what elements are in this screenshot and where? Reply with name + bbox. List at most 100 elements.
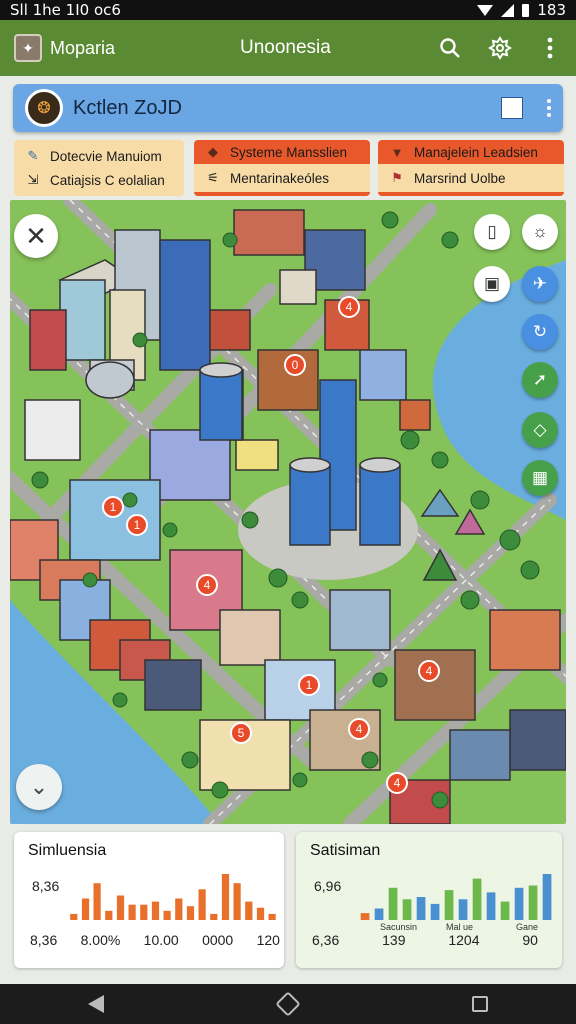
app-bar: ✦ Moparia Unoonesia bbox=[0, 20, 576, 76]
map-marker[interactable]: 1 bbox=[298, 674, 320, 696]
chart-bar bbox=[486, 892, 496, 920]
chip-group-middle: ◆ Systeme Mansslien ⚟ Mentarinakeóles bbox=[194, 140, 370, 196]
marker-label: 0 bbox=[291, 358, 299, 372]
chart-bar bbox=[116, 895, 125, 920]
chart-bar bbox=[128, 904, 136, 920]
footer-value: 8.00% bbox=[80, 932, 121, 948]
footer-value: 8,36 bbox=[30, 932, 58, 948]
app-logo-icon: ✦ bbox=[14, 34, 42, 62]
chart-bar bbox=[268, 913, 276, 920]
chip-label: Marsrind Uolbe bbox=[414, 170, 506, 186]
marker-label: 1 bbox=[133, 518, 141, 532]
chart-bar bbox=[221, 874, 230, 920]
grid-icon[interactable]: ▦ bbox=[522, 460, 558, 496]
card-title: Simluensia bbox=[28, 842, 107, 859]
arrow-icon[interactable]: ➚ bbox=[522, 362, 558, 398]
chart-bar bbox=[70, 913, 78, 920]
tablet-icon[interactable]: ▣ bbox=[474, 266, 510, 302]
marker-label: 4 bbox=[355, 722, 363, 736]
panel-header: ❂ Kctlen ZoJD bbox=[13, 84, 563, 132]
chip-label: Mentarinakeóles bbox=[230, 170, 330, 186]
battery-icon bbox=[522, 3, 530, 17]
chart-bar bbox=[514, 887, 524, 920]
close-button[interactable]: ✕ bbox=[14, 214, 58, 258]
map-marker[interactable]: 4 bbox=[418, 660, 440, 682]
status-left-text: Sll 1he 1I0 oc6 bbox=[10, 1, 121, 19]
wifi-icon bbox=[477, 4, 494, 16]
simulation-card[interactable]: Simluensia 8,36 8,36 8.00% 10.00 0000 12… bbox=[14, 832, 284, 968]
chart-bar bbox=[175, 898, 183, 920]
shield-icon: ◆ bbox=[208, 144, 218, 159]
system-nav-bar bbox=[0, 984, 576, 1024]
app-name: Moparia bbox=[50, 37, 116, 58]
map-marker[interactable]: 4 bbox=[386, 772, 408, 794]
chip-label: Dotecvie Manuiom bbox=[50, 148, 162, 164]
map-marker[interactable]: 1 bbox=[102, 496, 124, 518]
image-icon[interactable] bbox=[501, 97, 523, 119]
panel-more-icon[interactable] bbox=[547, 99, 551, 117]
chart-bar bbox=[256, 907, 265, 920]
simulation-bar-chart bbox=[70, 874, 276, 920]
map-marker[interactable]: 0 bbox=[284, 354, 306, 376]
back-icon[interactable] bbox=[87, 995, 104, 1013]
marker-label: 4 bbox=[393, 776, 401, 790]
marker-label: 4 bbox=[203, 578, 211, 592]
chip-item[interactable]: ⚟ Mentarinakeóles bbox=[194, 164, 370, 192]
chart-bar bbox=[105, 910, 113, 920]
card-footer: 8,36 8.00% 10.00 0000 120 bbox=[30, 932, 280, 948]
marker-label: 1 bbox=[109, 500, 117, 514]
footer-value: 10.00 bbox=[143, 932, 179, 948]
device-icon[interactable]: ▯ bbox=[474, 214, 510, 250]
chart-bar bbox=[163, 910, 171, 920]
chip-item[interactable]: ▼ Manajelein Leadsien bbox=[378, 140, 564, 164]
home-icon[interactable] bbox=[275, 991, 301, 1017]
sun-icon[interactable]: ☼ bbox=[522, 214, 558, 250]
cube-icon[interactable]: ◇ bbox=[522, 412, 558, 448]
refresh-icon[interactable]: ↻ bbox=[522, 314, 558, 350]
chip-label: Manajelein Leadsien bbox=[414, 144, 538, 160]
pencil-icon: ✎ bbox=[27, 148, 39, 163]
footer-value: 139 bbox=[382, 932, 406, 948]
chart-bar bbox=[444, 890, 454, 920]
settings-icon[interactable] bbox=[486, 34, 514, 62]
marker-label: 4 bbox=[425, 664, 433, 678]
chart-bar bbox=[388, 887, 398, 920]
collapse-button[interactable]: ⌄ bbox=[16, 764, 62, 810]
marker-label: 1 bbox=[305, 678, 313, 692]
chip-item[interactable]: ⇲ Catiajsis C eolalian bbox=[24, 168, 174, 192]
recent-apps-icon[interactable] bbox=[472, 996, 489, 1012]
footer-value: 6,36 bbox=[312, 932, 340, 948]
chart-bar bbox=[458, 899, 468, 920]
panel-actions bbox=[501, 97, 551, 119]
chip-item[interactable]: ◆ Systeme Mansslien bbox=[194, 140, 370, 164]
flag-icon: ⚑ bbox=[391, 170, 403, 185]
signal-icon bbox=[501, 3, 515, 17]
chip-item[interactable]: ✎ Dotecvie Manuiom bbox=[24, 144, 174, 168]
map-marker[interactable]: 4 bbox=[348, 718, 370, 740]
map-marker[interactable]: 4 bbox=[196, 574, 218, 596]
lion-logo-icon: ❂ bbox=[25, 89, 63, 127]
chart-bar bbox=[93, 883, 101, 920]
chart-bar bbox=[186, 906, 195, 920]
chart-bar bbox=[245, 901, 253, 920]
app-actions bbox=[436, 34, 564, 62]
map-marker[interactable]: 5 bbox=[230, 722, 252, 744]
map-marker[interactable]: 1 bbox=[126, 514, 148, 536]
map-marker[interactable]: 4 bbox=[338, 296, 360, 318]
chart-bar bbox=[542, 874, 552, 920]
marker-label: 4 bbox=[345, 300, 353, 314]
footer-value: 0000 bbox=[202, 932, 234, 948]
footer-value: 1204 bbox=[448, 932, 480, 948]
export-icon: ⇲ bbox=[27, 172, 39, 187]
wind-icon[interactable]: ✈ bbox=[522, 266, 558, 302]
search-icon[interactable] bbox=[436, 34, 464, 62]
x-label: Sacunsin bbox=[380, 922, 418, 932]
panel-title: Kctlen ZoJD bbox=[73, 96, 182, 119]
satisfaction-card[interactable]: Satisiman 6,96 Sacunsin Mal ue Gane 6,36… bbox=[296, 832, 562, 968]
more-icon[interactable] bbox=[536, 34, 564, 62]
badge-icon: ▼ bbox=[390, 144, 404, 160]
x-label: Gane bbox=[516, 922, 539, 932]
chart-bar bbox=[210, 913, 218, 920]
chip-item[interactable]: ⚑ Marsrind Uolbe bbox=[378, 164, 564, 192]
chart-bar bbox=[528, 885, 538, 920]
